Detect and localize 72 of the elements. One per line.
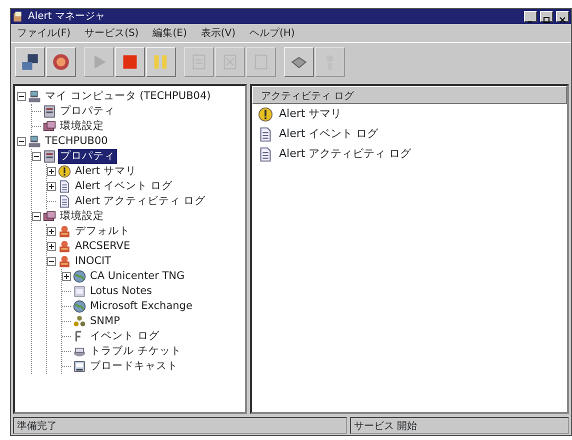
expander-minus-icon[interactable] xyxy=(32,212,41,221)
document-icon xyxy=(43,105,56,118)
computer-icon xyxy=(28,135,41,148)
maximize-button[interactable] xyxy=(540,11,553,22)
expander-plus-icon[interactable] xyxy=(62,272,71,281)
computers-button[interactable] xyxy=(15,46,45,76)
tree-item[interactable]: トラブル チケット xyxy=(88,344,184,360)
tree-item[interactable]: Microsoft Exchange xyxy=(88,298,194,314)
menu-item[interactable]: ヘルプ(H) xyxy=(250,26,295,40)
pause-button[interactable] xyxy=(146,46,176,76)
tree-item[interactable]: CA Unicenter TNG xyxy=(88,268,187,284)
expander-plus-icon[interactable] xyxy=(47,242,56,251)
status-text: 準備完了 xyxy=(13,417,347,434)
network-icon xyxy=(73,315,86,328)
tree-item[interactable]: Alert アクティビティ ログ xyxy=(73,194,208,210)
tree-item[interactable]: デフォルト xyxy=(73,224,132,240)
expander-plus-icon[interactable] xyxy=(47,167,56,176)
document-icon xyxy=(43,150,56,163)
expander-plus-icon[interactable] xyxy=(47,227,56,236)
list-item[interactable]: Alert サマリ xyxy=(279,106,342,122)
tree-item[interactable]: プロパティ xyxy=(58,104,117,120)
window-title: Alert マネージャ xyxy=(28,12,105,22)
status-text: サービス 開始 xyxy=(350,417,569,434)
document-icon xyxy=(258,146,273,162)
tree-item[interactable]: プロパティ xyxy=(58,148,117,164)
document-icon xyxy=(58,180,71,193)
tree-item[interactable]: イベント ログ xyxy=(88,328,162,344)
expander-minus-icon[interactable] xyxy=(47,257,56,266)
expander-minus-icon[interactable] xyxy=(32,152,41,161)
tree-item[interactable]: 環境設定 xyxy=(58,118,106,134)
menu-item[interactable]: 表示(V) xyxy=(200,26,236,40)
tree-item[interactable]: Alert イベント ログ xyxy=(73,178,175,194)
expander-plus-icon[interactable] xyxy=(47,182,56,191)
computers-icon xyxy=(21,52,39,70)
tree-item[interactable]: マイ コンピュータ (TECHPUB04) xyxy=(43,88,213,104)
alert-icon xyxy=(58,165,71,178)
column-header[interactable]: アクティビティ ログ xyxy=(252,86,567,104)
tree-item[interactable]: ブロードキャスト xyxy=(88,358,180,374)
expander-minus-icon[interactable] xyxy=(17,92,26,101)
expander-minus-icon[interactable] xyxy=(17,137,26,146)
stop-button[interactable] xyxy=(115,46,145,76)
list-item[interactable]: Alert イベント ログ xyxy=(279,126,378,142)
menu-item[interactable]: ファイル(F) xyxy=(17,26,71,40)
profile-icon xyxy=(58,240,71,253)
tree-item[interactable]: Lotus Notes xyxy=(88,284,154,300)
folders-icon xyxy=(43,210,56,223)
stop-icon xyxy=(121,52,139,70)
tree-item[interactable]: SNMP xyxy=(88,314,122,330)
stop-sign-icon xyxy=(52,52,70,70)
folders-icon xyxy=(43,120,56,133)
menu-item[interactable]: サービス(S) xyxy=(84,26,139,40)
list-item[interactable]: Alert アクティビティ ログ xyxy=(279,146,412,162)
notes-icon xyxy=(73,285,86,298)
tree-item[interactable]: Alert サマリ xyxy=(73,164,138,180)
menu-item[interactable]: 編集(E) xyxy=(152,26,187,40)
computer-icon xyxy=(28,90,41,103)
minimize-button[interactable] xyxy=(524,11,537,22)
alert-icon xyxy=(258,106,273,122)
close-button[interactable] xyxy=(556,11,569,22)
document-icon xyxy=(58,195,71,208)
tree-item[interactable]: TECHPUB00 xyxy=(43,134,110,150)
profile-icon xyxy=(58,225,71,238)
profile-icon xyxy=(58,255,71,268)
stop-sign-button[interactable] xyxy=(46,46,76,76)
tree-item[interactable]: INOCIT xyxy=(73,254,114,270)
close-icon xyxy=(558,16,567,24)
globe-icon xyxy=(73,270,86,283)
document-icon xyxy=(258,126,273,142)
tree-item[interactable]: 環境設定 xyxy=(58,208,106,224)
maximize-icon xyxy=(542,16,551,24)
globe-icon xyxy=(73,300,86,313)
tree-item[interactable]: ARCSERVE xyxy=(73,238,132,254)
